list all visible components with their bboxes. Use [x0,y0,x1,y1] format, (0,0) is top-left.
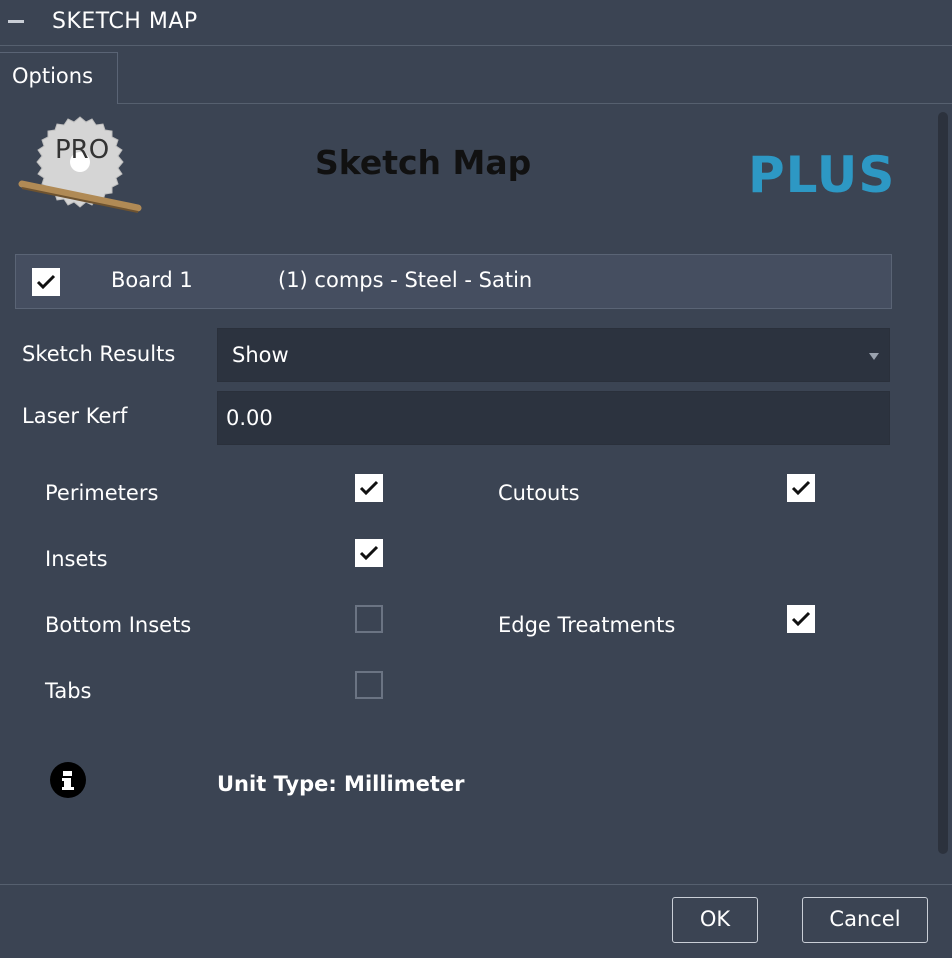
cutouts-checkbox[interactable] [787,474,815,502]
bottom-insets-label: Bottom Insets [45,613,192,637]
footer-divider [0,884,952,885]
tabs-checkbox[interactable] [355,671,383,699]
page-title: Sketch Map [315,143,532,182]
perimeters-checkbox[interactable] [355,474,383,502]
cancel-button[interactable]: Cancel [802,897,928,943]
board-row[interactable]: Board 1 (1) comps - Steel - Satin [15,254,892,309]
saw-blade-logo: PRO [18,116,142,213]
ok-button[interactable]: OK [672,897,758,943]
tab-options[interactable]: Options [0,52,118,104]
logo-pro-text: PRO [55,135,109,165]
laser-kerf-value: 0.00 [226,406,273,430]
board-checkbox[interactable] [32,268,60,296]
edge-treatments-label: Edge Treatments [498,613,676,637]
checkmark-icon [791,611,811,627]
sketch-results-select[interactable]: Show [217,328,890,382]
insets-label: Insets [45,547,108,571]
laser-kerf-label: Laser Kerf [22,404,128,428]
board-material: (1) comps - Steel - Satin [278,268,533,292]
insets-checkbox[interactable] [355,539,383,567]
sketch-results-value: Show [232,343,289,367]
board-name: Board 1 [111,268,193,292]
perimeters-label: Perimeters [45,481,159,505]
checkmark-icon [359,545,379,561]
laser-kerf-input[interactable]: 0.00 [217,391,890,445]
edge-treatments-checkbox[interactable] [787,605,815,633]
vertical-scrollbar[interactable] [938,112,948,854]
dropdown-arrow-icon[interactable] [869,353,879,360]
info-icon [50,762,86,798]
checkmark-icon [791,480,811,496]
tabs-label: Tabs [45,679,92,703]
bottom-insets-checkbox[interactable] [355,605,383,633]
window-title: SKETCH MAP [52,9,198,34]
unit-type-text: Unit Type: Millimeter [217,772,465,796]
title-bar: SKETCH MAP [0,0,952,46]
checkmark-icon [36,274,56,290]
checkmark-icon [359,480,379,496]
cutouts-label: Cutouts [498,481,580,505]
edition-badge: PLUS [748,146,896,204]
scrollbar-thumb[interactable] [938,112,948,854]
collapse-icon[interactable] [8,20,24,23]
tab-strip: Options [0,46,952,104]
sketch-results-label: Sketch Results [22,342,176,366]
